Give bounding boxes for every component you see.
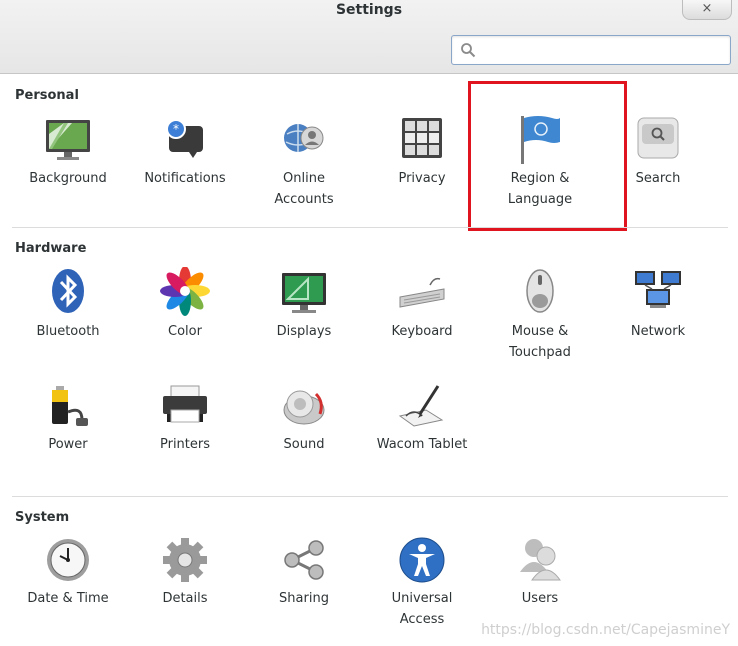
panel-label: Notifications [144, 171, 226, 186]
panel-users[interactable]: Users [485, 534, 595, 609]
section-title-hardware: Hardware [15, 241, 87, 256]
online-accounts-icon [284, 124, 324, 152]
accessibility-icon [399, 537, 445, 583]
keyboard-icon [399, 277, 445, 308]
search-field[interactable] [451, 35, 731, 65]
panel-wacom-tablet[interactable]: Wacom Tablet [367, 380, 477, 455]
panel-label: Power [48, 437, 88, 452]
users-icon [520, 539, 561, 581]
gear-icon [163, 538, 207, 582]
panel-label: Displays [276, 324, 332, 339]
sound-icon [283, 390, 325, 425]
window-title: Settings [335, 2, 403, 18]
panel-label: Sound [283, 437, 325, 452]
panel-label: Universal Access [391, 591, 453, 627]
panel-label: Details [162, 591, 208, 606]
panel-universal-access[interactable]: Universal Access [367, 534, 477, 630]
panel-label: Color [168, 324, 202, 339]
mouse-icon [526, 269, 554, 313]
search-app-icon [637, 117, 679, 159]
panel-printers[interactable]: Printers [130, 380, 240, 455]
panel-displays[interactable]: Displays [249, 267, 359, 342]
panel-details[interactable]: Details [130, 534, 240, 609]
panel-power[interactable]: Power [13, 380, 123, 455]
displays-icon [282, 273, 326, 313]
panel-label: Keyboard [391, 324, 453, 339]
panel-sound[interactable]: Sound [249, 380, 359, 455]
panel-network[interactable]: Network [603, 267, 713, 342]
panel-label: Sharing [279, 591, 329, 606]
panel-label: Mouse & Touchpad [509, 324, 571, 360]
panel-color[interactable]: Color [130, 267, 240, 342]
panel-background[interactable]: Background [13, 114, 123, 189]
panel-label: Online Accounts [274, 171, 334, 207]
panel-privacy[interactable]: Privacy [367, 114, 477, 189]
close-icon: × [701, 1, 713, 16]
power-icon [52, 386, 88, 426]
panel-label: Wacom Tablet [376, 437, 468, 452]
color-icon [160, 267, 210, 316]
section-divider [12, 227, 728, 228]
panel-notifications[interactable]: * Notifications [130, 114, 240, 189]
wacom-tablet-icon [398, 385, 444, 427]
printer-icon [163, 385, 207, 423]
notifications-icon: * [166, 119, 203, 158]
search-icon [461, 43, 476, 58]
panel-label: Date & Time [27, 591, 109, 606]
watermark-text: https://blog.csdn.net/CapejasmineY [481, 622, 730, 638]
panel-label: Background [29, 171, 107, 186]
privacy-icon [402, 118, 442, 158]
panel-mouse-touchpad[interactable]: Mouse & Touchpad [485, 267, 595, 363]
panel-label: Network [630, 324, 686, 339]
section-divider [12, 496, 728, 497]
header-bar: Settings × [0, 0, 738, 74]
panel-date-time[interactable]: Date & Time [13, 534, 123, 609]
panel-sharing[interactable]: Sharing [249, 534, 359, 609]
panel-online-accounts[interactable]: Online Accounts [249, 114, 359, 210]
share-icon [284, 540, 324, 580]
panel-label: Printers [159, 437, 211, 452]
highlight-box [468, 81, 627, 231]
panel-keyboard[interactable]: Keyboard [367, 267, 477, 342]
network-icon [635, 271, 681, 308]
section-title-system: System [15, 510, 70, 525]
background-icon [46, 120, 90, 160]
clock-icon [47, 539, 89, 581]
panel-label: Users [521, 591, 559, 606]
search-input[interactable] [482, 40, 722, 60]
panel-label: Bluetooth [36, 324, 100, 339]
panel-label: Privacy [398, 171, 446, 186]
svg-text:*: * [173, 122, 179, 136]
section-title-personal: Personal [15, 88, 79, 103]
close-button[interactable]: × [682, 0, 732, 20]
panel-bluetooth[interactable]: Bluetooth [13, 267, 123, 342]
bluetooth-icon [52, 269, 84, 313]
